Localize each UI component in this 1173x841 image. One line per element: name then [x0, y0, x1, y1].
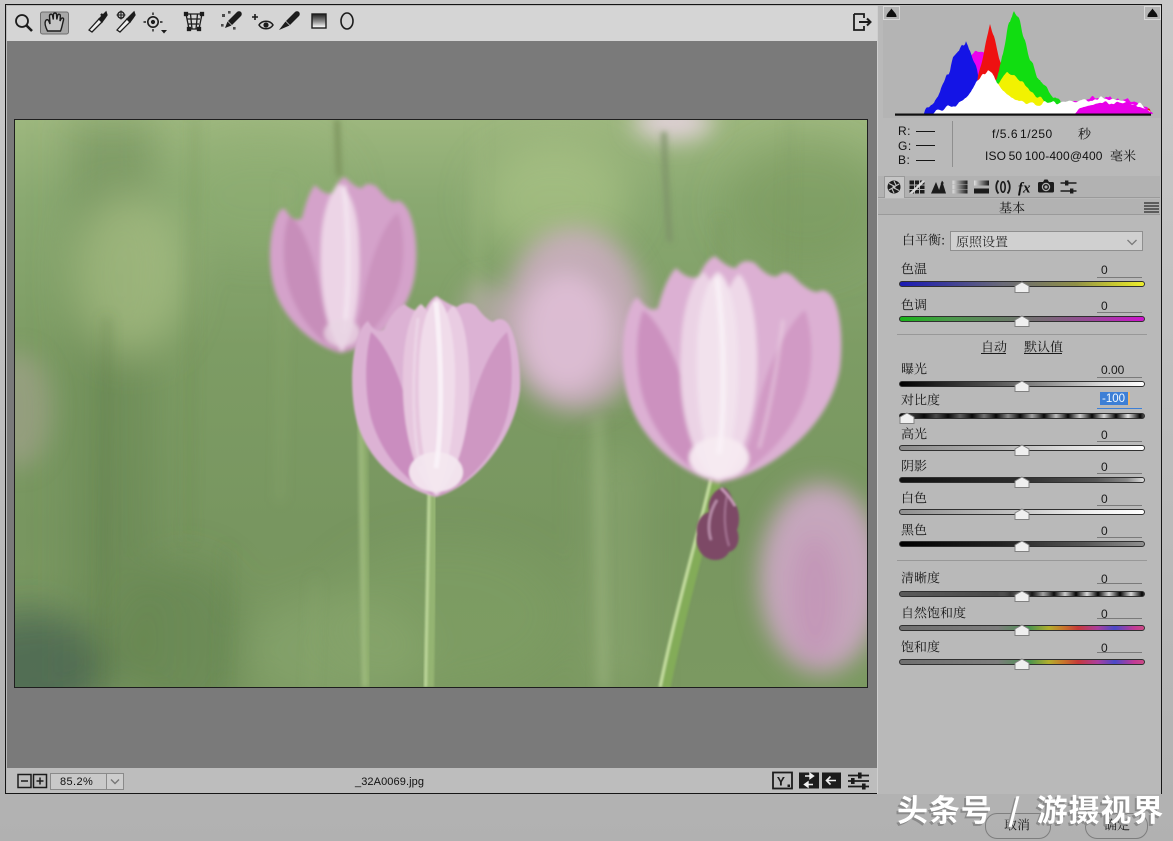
- svg-text:fx: fx: [1018, 181, 1031, 197]
- svg-text:Y: Y: [777, 775, 785, 790]
